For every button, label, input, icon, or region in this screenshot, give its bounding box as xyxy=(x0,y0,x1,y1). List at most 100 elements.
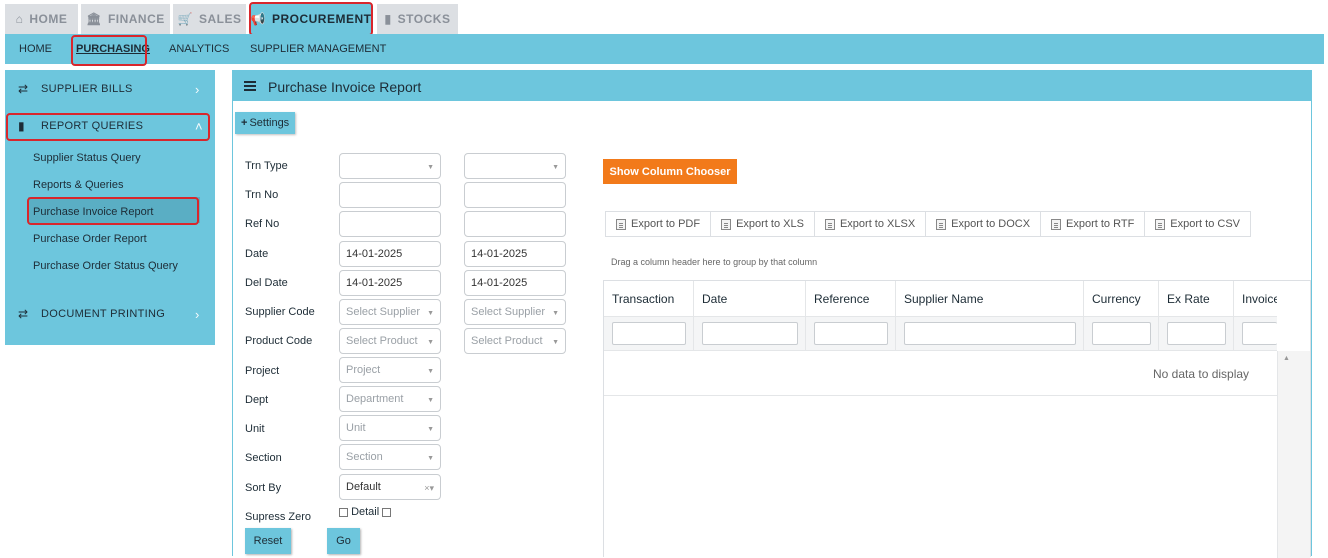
subnav-supplier-management[interactable]: SUPPLIER MANAGEMENT xyxy=(250,34,386,64)
grid-header-gutter xyxy=(1277,281,1310,351)
module-tabs: ⌂ HOME 🏛 FINANCE 🛒 SALES 📢 PROCUREMENT ▮… xyxy=(0,0,1328,36)
chevron-right-icon: › xyxy=(195,81,200,97)
scroll-up-icon[interactable]: ▲ xyxy=(1283,355,1290,362)
date-from-input[interactable]: 14-01-2025 xyxy=(339,241,441,267)
sidebar-item-purchase-order-report[interactable]: Purchase Order Report xyxy=(33,233,147,245)
supplier-to-select[interactable]: Select Supplier ▼ xyxy=(464,299,566,325)
trn-type-to-select[interactable]: ▼ xyxy=(464,153,566,179)
export-csv-button[interactable]: Export to CSV xyxy=(1145,212,1250,236)
filter-invoice-input[interactable] xyxy=(1242,322,1277,345)
export-xls-button[interactable]: Export to XLS xyxy=(711,212,815,236)
filter-cell xyxy=(694,317,806,351)
unit-select[interactable]: Unit ▼ xyxy=(339,415,441,441)
dept-select[interactable]: Department ▼ xyxy=(339,386,441,412)
filter-supplier-name-input[interactable] xyxy=(904,322,1076,345)
del-date-to-input[interactable]: 14-01-2025 xyxy=(464,270,566,296)
bar-chart-icon: ▮ xyxy=(384,12,392,26)
trn-no-to-input[interactable] xyxy=(464,182,566,208)
filter-cell xyxy=(896,317,1084,351)
sidebar-item-purchase-invoice-report[interactable]: Purchase Invoice Report xyxy=(33,206,153,218)
menu-icon[interactable] xyxy=(244,81,256,91)
file-icon xyxy=(1051,218,1062,230)
sidebar-section-document-printing[interactable]: ⇄ DOCUMENT PRINTING › xyxy=(5,297,215,331)
trn-no-from-input[interactable] xyxy=(339,182,441,208)
export-xlsx-button[interactable]: Export to XLSX xyxy=(815,212,927,236)
bank-icon: 🏛 xyxy=(86,12,102,26)
exchange-icon: ⇄ xyxy=(18,82,29,96)
caret-down-icon: ▼ xyxy=(427,339,434,346)
cart-icon: 🛒 xyxy=(177,12,193,26)
empty-grid-message: No data to display xyxy=(1153,367,1250,381)
show-column-chooser-button[interactable]: Show Column Chooser xyxy=(603,159,737,184)
report-panel: Purchase Invoice Report + Settings Trn T… xyxy=(232,70,1312,558)
sidebar: ⇄ SUPPLIER BILLS › ▮ REPORT QUERIES ˄ Su… xyxy=(5,70,215,345)
megaphone-icon: 📢 xyxy=(250,12,266,26)
tab-sales[interactable]: 🛒 SALES xyxy=(173,4,246,34)
supress-zero-checkbox[interactable] xyxy=(339,507,348,517)
sub-navigation: HOME PURCHASING ANALYTICS SUPPLIER MANAG… xyxy=(5,34,1324,64)
column-header-currency[interactable]: Currency xyxy=(1084,281,1159,317)
tab-procurement[interactable]: 📢 PROCUREMENT xyxy=(251,4,371,34)
caret-down-icon: ▼ xyxy=(427,426,434,433)
tab-finance[interactable]: 🏛 FINANCE xyxy=(81,4,170,34)
file-icon xyxy=(616,218,626,230)
page-title: Purchase Invoice Report xyxy=(268,79,422,95)
export-docx-button[interactable]: Export to DOCX xyxy=(926,212,1042,236)
settings-button[interactable]: + Settings xyxy=(235,112,296,134)
clear-caret-icon: ×▾ xyxy=(424,483,434,493)
date-to-input[interactable]: 14-01-2025 xyxy=(464,241,566,267)
data-grid: Transaction Date Reference Supplier Name… xyxy=(603,280,1311,558)
trn-type-from-select[interactable]: ▼ xyxy=(339,153,441,179)
file-icon xyxy=(936,218,947,230)
subnav-analytics[interactable]: ANALYTICS xyxy=(169,34,229,64)
filter-ex-rate-input[interactable] xyxy=(1167,322,1226,345)
caret-down-icon: ▼ xyxy=(427,368,434,375)
del-date-from-input[interactable]: 14-01-2025 xyxy=(339,270,441,296)
reset-button[interactable]: Reset xyxy=(245,528,291,554)
label-ref-no: Ref No xyxy=(245,218,280,230)
tab-stocks[interactable]: ▮ STOCKS xyxy=(377,4,458,34)
label-product-code: Product Code xyxy=(245,335,313,347)
section-select[interactable]: Section ▼ xyxy=(339,444,441,470)
plus-icon: + xyxy=(241,117,248,129)
label-dept: Dept xyxy=(245,394,269,406)
home-icon: ⌂ xyxy=(15,12,24,26)
label-trn-no: Trn No xyxy=(245,189,279,201)
sidebar-section-report-queries[interactable]: ▮ REPORT QUERIES ˄ xyxy=(5,109,215,143)
sidebar-item-purchase-order-status-query[interactable]: Purchase Order Status Query xyxy=(33,260,178,272)
filter-reference-input[interactable] xyxy=(814,322,888,345)
column-header-invoice[interactable]: Invoice xyxy=(1234,281,1277,317)
sidebar-item-supplier-status-query[interactable]: Supplier Status Query xyxy=(33,152,141,164)
project-select[interactable]: Project ▼ xyxy=(339,357,441,383)
subnav-home[interactable]: HOME xyxy=(19,34,52,64)
column-header-date[interactable]: Date xyxy=(694,281,806,317)
filter-cell xyxy=(604,317,694,351)
grid-divider xyxy=(604,395,1277,396)
column-header-ex-rate[interactable]: Ex Rate xyxy=(1159,281,1234,317)
caret-down-icon: ▼ xyxy=(552,164,559,171)
filter-currency-input[interactable] xyxy=(1092,322,1151,345)
column-header-reference[interactable]: Reference xyxy=(806,281,896,317)
filter-date-input[interactable] xyxy=(702,322,798,345)
sort-by-select[interactable]: Default ×▾ xyxy=(339,474,441,500)
detail-checkbox[interactable] xyxy=(382,507,392,517)
column-header-supplier-name[interactable]: Supplier Name xyxy=(896,281,1084,317)
go-button[interactable]: Go xyxy=(327,528,360,554)
product-from-select[interactable]: Select Product ▼ xyxy=(339,328,441,354)
subnav-purchasing[interactable]: PURCHASING xyxy=(76,34,150,64)
column-header-transaction[interactable]: Transaction xyxy=(604,281,694,317)
label-section: Section xyxy=(245,452,282,464)
product-to-select[interactable]: Select Product ▼ xyxy=(464,328,566,354)
ref-no-from-input[interactable] xyxy=(339,211,441,237)
file-icon xyxy=(824,218,835,230)
vertical-scrollbar[interactable]: ▲ xyxy=(1277,351,1310,558)
export-rtf-button[interactable]: Export to RTF xyxy=(1041,212,1146,236)
supplier-from-select[interactable]: Select Supplier ▼ xyxy=(339,299,441,325)
export-pdf-button[interactable]: Export to PDF xyxy=(606,212,712,236)
caret-down-icon: ▼ xyxy=(427,310,434,317)
sidebar-item-reports-queries[interactable]: Reports & Queries xyxy=(33,179,123,191)
ref-no-to-input[interactable] xyxy=(464,211,566,237)
sidebar-section-supplier-bills[interactable]: ⇄ SUPPLIER BILLS › xyxy=(5,72,215,106)
tab-home[interactable]: ⌂ HOME xyxy=(5,4,78,34)
filter-transaction-input[interactable] xyxy=(612,322,686,345)
